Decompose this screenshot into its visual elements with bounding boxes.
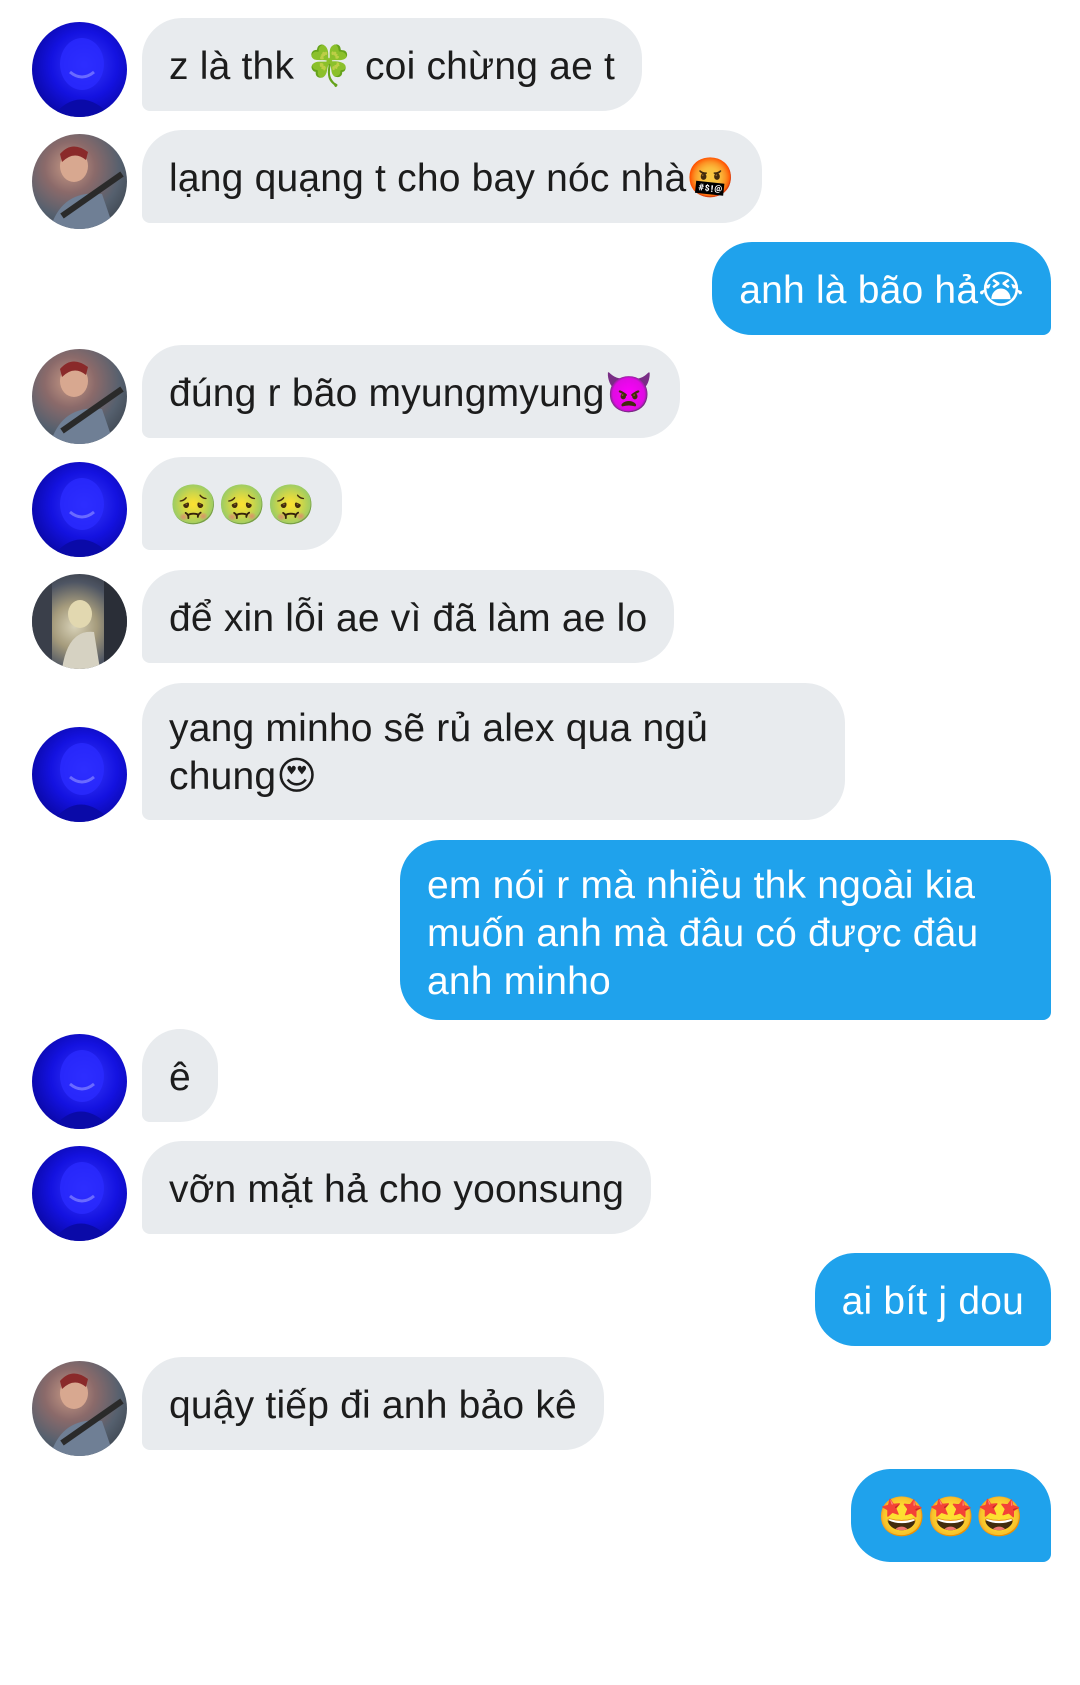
message-bubble-incoming[interactable]: 🤢🤢🤢 (142, 457, 343, 550)
message-bubble-incoming[interactable]: vỡn mặt hả cho yoonsung (142, 1141, 652, 1234)
message-bubble-incoming[interactable]: đúng r bão myungmyung👿 (142, 345, 681, 438)
message-text: ai bít j dou (841, 1280, 1024, 1323)
guitar-portrait-image (50, 1373, 124, 1456)
blue-portrait-avatar[interactable] (32, 1146, 127, 1241)
message-bubble-incoming[interactable]: quậy tiếp đi anh bảo kê (142, 1357, 604, 1450)
message-bubble-incoming[interactable]: z là thk 🍀 coi chừng ae t (142, 18, 643, 111)
message-bubble-outgoing[interactable]: em nói r mà nhiều thk ngoài kia muốn anh… (400, 840, 1051, 1020)
message-bubble-incoming[interactable]: ê (142, 1029, 218, 1122)
message-text: lạng quạng t cho bay nóc nhà🤬 (169, 157, 736, 200)
blue-portrait-avatar[interactable] (32, 727, 127, 822)
chat-thread[interactable]: z là thk 🍀 coi chừng ae t lạng quạng t c… (0, 0, 1080, 1685)
message-text: z là thk 🍀 coi chừng ae t (169, 45, 616, 88)
message-bubble-incoming[interactable]: để xin lỗi ae vì đã làm ae lo (142, 570, 675, 663)
blue-portrait-image (52, 1162, 112, 1241)
message-bubble-outgoing[interactable]: 🤩🤩🤩 (850, 1469, 1051, 1562)
message-text: ê (169, 1056, 191, 1099)
guitar-portrait-image (50, 146, 124, 229)
message-bubble-incoming[interactable]: lạng quạng t cho bay nóc nhà🤬 (142, 130, 763, 223)
street-portrait-avatar[interactable] (32, 574, 127, 669)
blue-portrait-image (52, 1050, 112, 1129)
blue-portrait-image (52, 478, 112, 557)
blue-portrait-avatar[interactable] (32, 1034, 127, 1129)
message-text: 🤢🤢🤢 (169, 483, 316, 528)
guitar-portrait-avatar[interactable] (32, 349, 127, 444)
message-text: để xin lỗi ae vì đã làm ae lo (169, 597, 648, 640)
message-text: yang minho sẽ rủ alex qua ngủ chung😍 (169, 707, 709, 798)
message-text: quậy tiếp đi anh bảo kê (169, 1384, 577, 1427)
blue-portrait-image (52, 743, 112, 822)
street-portrait-image (32, 574, 127, 669)
blue-portrait-avatar[interactable] (32, 22, 127, 117)
blue-portrait-image (52, 38, 112, 117)
guitar-portrait-avatar[interactable] (32, 1361, 127, 1456)
message-bubble-incoming[interactable]: yang minho sẽ rủ alex qua ngủ chung😍 (142, 683, 845, 820)
message-text: vỡn mặt hả cho yoonsung (169, 1168, 625, 1211)
message-bubble-outgoing[interactable]: anh là bão hả😭 (712, 242, 1051, 335)
guitar-portrait-image (50, 361, 124, 444)
message-text: 🤩🤩🤩 (877, 1495, 1024, 1540)
message-text: đúng r bão myungmyung👿 (169, 372, 654, 415)
message-bubble-outgoing[interactable]: ai bít j dou (814, 1253, 1051, 1346)
blue-portrait-avatar[interactable] (32, 462, 127, 557)
message-text: em nói r mà nhiều thk ngoài kia muốn anh… (427, 864, 979, 1003)
guitar-portrait-avatar[interactable] (32, 134, 127, 229)
message-text: anh là bão hả😭 (739, 269, 1024, 312)
